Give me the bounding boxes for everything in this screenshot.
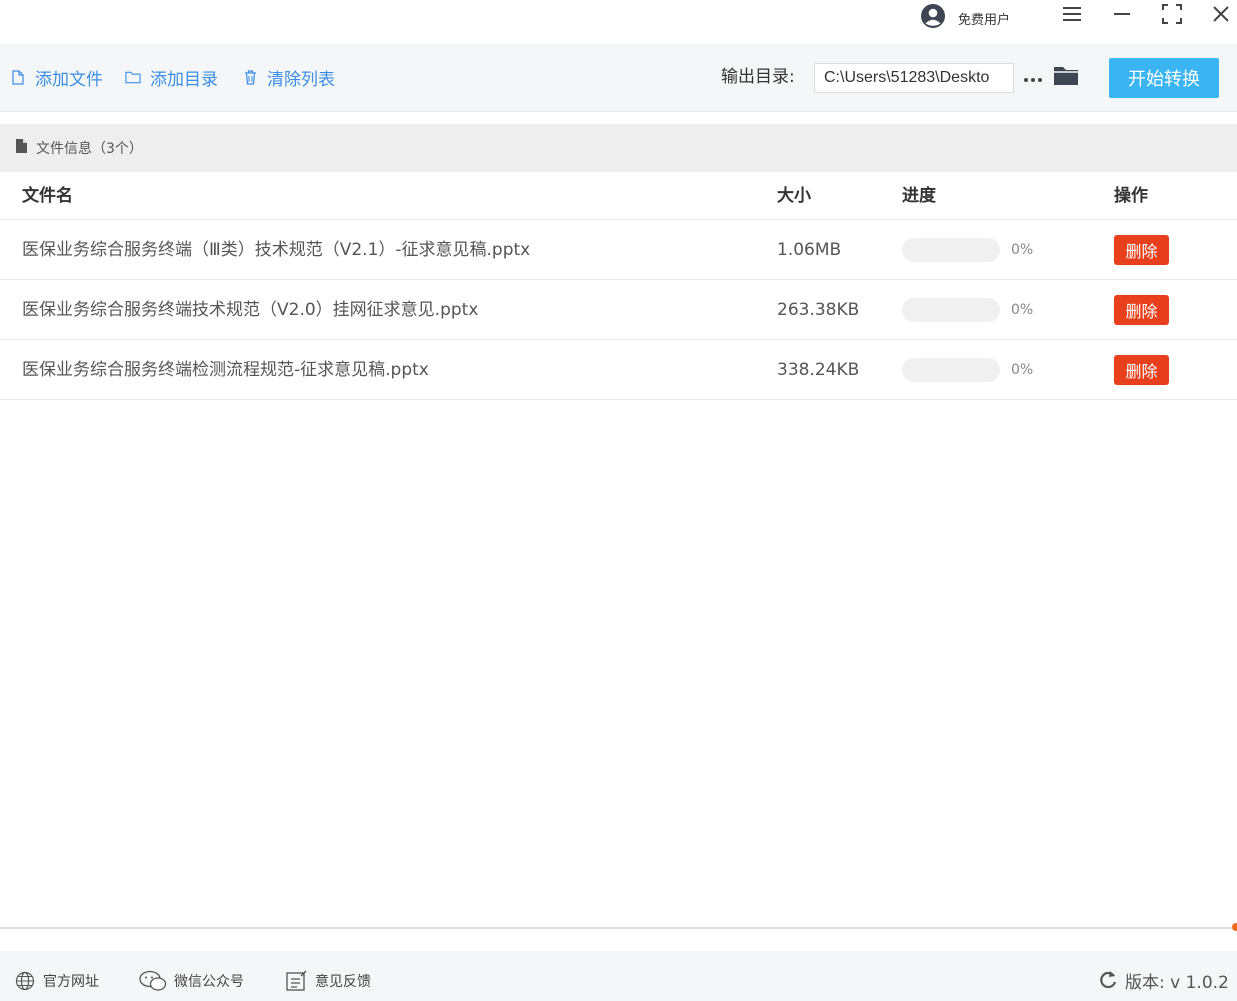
output-dir-field[interactable]: C:\Users\51283\Deskto	[814, 63, 1014, 93]
version-info[interactable]: 版本: v 1.0.2	[1098, 967, 1229, 993]
minimize-button[interactable]	[1108, 4, 1136, 28]
website-label: 官方网址	[43, 974, 99, 990]
file-icon	[10, 69, 26, 85]
table-row: 医保业务综合服务终端（Ⅲ类）技术规范（V2.1）-征求意见稿.pptx 1.06…	[0, 220, 1237, 280]
progress-percent: 0%	[1011, 362, 1034, 378]
bottom-divider	[0, 927, 1237, 929]
browse-more-button[interactable]	[1022, 66, 1044, 88]
footer: 官方网址 微信公众号 意见反馈 版本: v 1.0.2	[0, 951, 1237, 1001]
add-file-label: 添加文件	[35, 69, 103, 90]
file-list: 医保业务综合服务终端（Ⅲ类）技术规范（V2.1）-征求意见稿.pptx 1.06…	[0, 220, 1237, 400]
maximize-icon	[1162, 4, 1182, 28]
add-directory-button[interactable]: 添加目录	[125, 65, 218, 90]
output-dir-label: 输出目录:	[721, 67, 795, 87]
progress-percent: 0%	[1011, 302, 1034, 318]
menu-icon	[1062, 6, 1082, 26]
minimize-icon	[1113, 6, 1131, 26]
start-convert-button[interactable]: 开始转换	[1109, 58, 1219, 98]
feedback-link[interactable]: 意见反馈	[286, 969, 371, 993]
progress-bar	[902, 358, 1000, 382]
wechat-icon	[139, 970, 167, 992]
file-name: 医保业务综合服务终端检测流程规范-征求意见稿.pptx	[22, 360, 429, 380]
open-folder-button[interactable]	[1052, 64, 1080, 90]
toolbar: 添加文件 添加目录 清除列表 输出目录: C:\Users\51283\Desk…	[0, 44, 1237, 112]
document-icon	[15, 138, 28, 158]
column-header-action: 操作	[1114, 186, 1148, 206]
file-size: 263.38KB	[777, 300, 860, 320]
file-name: 医保业务综合服务终端（Ⅲ类）技术规范（V2.1）-征求意见稿.pptx	[22, 240, 531, 260]
more-dots-icon	[1023, 68, 1043, 87]
maximize-button[interactable]	[1158, 4, 1186, 28]
wechat-link[interactable]: 微信公众号	[139, 969, 244, 993]
feedback-label: 意见反馈	[315, 974, 371, 990]
file-info-header: 文件信息（3个）	[0, 124, 1237, 172]
scroll-indicator-dot	[1232, 923, 1237, 931]
progress-bar	[902, 298, 1000, 322]
progress-bar	[902, 238, 1000, 262]
close-button[interactable]	[1207, 4, 1235, 28]
refresh-icon	[1098, 970, 1118, 990]
folder-icon	[1053, 64, 1079, 90]
trash-icon	[242, 69, 258, 85]
delete-button[interactable]: 删除	[1114, 235, 1169, 265]
feedback-icon	[286, 970, 308, 992]
title-bar: 免费用户	[0, 0, 1237, 44]
add-file-button[interactable]: 添加文件	[10, 65, 103, 90]
website-link[interactable]: 官方网址	[14, 969, 99, 993]
wechat-label: 微信公众号	[174, 974, 244, 990]
delete-button[interactable]: 删除	[1114, 295, 1169, 325]
table-header: 文件名 大小 进度 操作	[0, 172, 1237, 220]
user-label: 免费用户	[958, 12, 1011, 28]
clear-list-button[interactable]: 清除列表	[242, 65, 335, 90]
menu-button[interactable]	[1058, 4, 1086, 28]
user-avatar-icon	[920, 3, 946, 33]
folder-outline-icon	[125, 69, 141, 85]
table-row: 医保业务综合服务终端检测流程规范-征求意见稿.pptx 338.24KB 0% …	[0, 340, 1237, 400]
column-header-progress: 进度	[902, 186, 936, 206]
file-size: 338.24KB	[777, 360, 860, 380]
file-info-title: 文件信息（3个）	[36, 141, 143, 157]
file-name: 医保业务综合服务终端技术规范（V2.0）挂网征求意见.pptx	[22, 300, 479, 320]
progress-percent: 0%	[1011, 242, 1034, 258]
user-account[interactable]: 免费用户	[920, 3, 1011, 33]
column-header-name: 文件名	[22, 186, 73, 206]
app-window: 免费用户 添加文件 添加目录 清除列表 输出目录: C:\Users\51283…	[0, 0, 1237, 1001]
close-icon	[1213, 6, 1229, 26]
column-header-size: 大小	[777, 186, 811, 206]
clear-list-label: 清除列表	[267, 69, 335, 90]
globe-icon	[14, 970, 36, 992]
delete-button[interactable]: 删除	[1114, 355, 1169, 385]
file-size: 1.06MB	[777, 240, 842, 260]
table-row: 医保业务综合服务终端技术规范（V2.0）挂网征求意见.pptx 263.38KB…	[0, 280, 1237, 340]
version-label: 版本: v 1.0.2	[1125, 972, 1229, 993]
add-directory-label: 添加目录	[150, 69, 218, 90]
